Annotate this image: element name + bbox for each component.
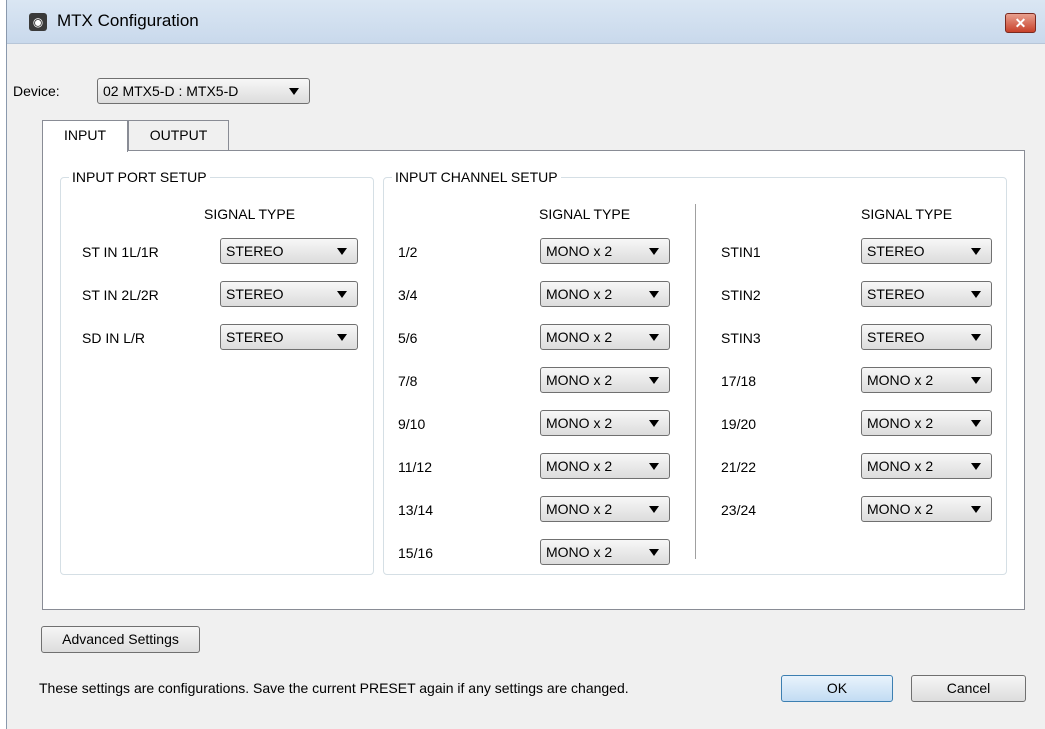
port-label: SD IN L/R <box>82 330 146 346</box>
channel-label: STIN2 <box>721 287 761 303</box>
input-port-setup-group: INPUT PORT SETUP SIGNAL TYPE ST IN 1L/1R… <box>60 169 374 575</box>
chevron-down-icon <box>649 506 659 513</box>
tab-output[interactable]: OUTPUT <box>128 120 229 150</box>
mtx-configuration-window: ◉ MTX Configuration ✕ Device: 02 MTX5-D … <box>6 0 1045 729</box>
input-tab-panel: INPUT PORT SETUP SIGNAL TYPE ST IN 1L/1R… <box>42 150 1025 610</box>
chevron-down-icon <box>289 88 299 95</box>
chevron-down-icon <box>649 420 659 427</box>
advanced-settings-button[interactable]: Advanced Settings <box>41 626 200 653</box>
channel-label: 13/14 <box>398 502 434 518</box>
chevron-down-icon <box>971 291 981 298</box>
channel-signal-type-select[interactable]: MONO x 2 <box>540 281 670 307</box>
chevron-down-icon <box>971 377 981 384</box>
channel-signal-type-select[interactable]: MONO x 2 <box>540 324 670 350</box>
chevron-down-icon <box>649 377 659 384</box>
channel-signal-type-select[interactable]: MONO x 2 <box>540 453 670 479</box>
chevron-down-icon <box>971 420 981 427</box>
channel-label: 21/22 <box>721 459 757 475</box>
select-value: STEREO <box>226 286 284 302</box>
select-value: MONO x 2 <box>867 372 934 388</box>
select-value: STEREO <box>867 329 925 345</box>
channel-label: 1/2 <box>398 244 418 260</box>
channel-signal-type-select[interactable]: MONO x 2 <box>540 410 670 436</box>
channel-label: STIN1 <box>721 244 761 260</box>
chevron-down-icon <box>971 248 981 255</box>
chevron-down-icon <box>971 506 981 513</box>
cancel-button[interactable]: Cancel <box>911 675 1026 702</box>
chevron-down-icon <box>649 334 659 341</box>
close-button[interactable]: ✕ <box>1005 13 1036 33</box>
settings-note: These settings are configurations. Save … <box>39 680 629 696</box>
channel-label: 17/18 <box>721 373 757 389</box>
signal-type-header: SIGNAL TYPE <box>861 206 953 222</box>
channel-signal-type-select[interactable]: STEREO <box>861 281 992 307</box>
channel-label: 11/12 <box>398 459 432 475</box>
chevron-down-icon <box>337 334 347 341</box>
chevron-down-icon <box>649 291 659 298</box>
chevron-down-icon <box>649 248 659 255</box>
channel-label: 19/20 <box>721 416 757 432</box>
port-signal-type-select[interactable]: STEREO <box>220 238 358 264</box>
select-value: MONO x 2 <box>546 286 613 302</box>
select-value: MONO x 2 <box>867 501 934 517</box>
select-value: MONO x 2 <box>546 415 613 431</box>
device-label: Device: <box>13 83 60 99</box>
channel-signal-type-select[interactable]: MONO x 2 <box>861 453 992 479</box>
chevron-down-icon <box>649 463 659 470</box>
chevron-down-icon <box>971 463 981 470</box>
port-label: ST IN 2L/2R <box>82 287 159 303</box>
channel-label: 5/6 <box>398 330 418 346</box>
speaker-icon: ◉ <box>29 13 47 31</box>
channel-signal-type-select[interactable]: MONO x 2 <box>540 238 670 264</box>
channel-label: STIN3 <box>721 330 761 346</box>
channel-signal-type-select[interactable]: MONO x 2 <box>861 410 992 436</box>
channel-signal-type-select[interactable]: MONO x 2 <box>861 496 992 522</box>
chevron-down-icon <box>649 549 659 556</box>
select-value: MONO x 2 <box>867 415 934 431</box>
select-value: STEREO <box>226 243 284 259</box>
input-channel-setup-group: INPUT CHANNEL SETUP SIGNAL TYPE SIGNAL T… <box>383 169 1007 575</box>
select-value: STEREO <box>867 243 925 259</box>
input-channel-setup-title: INPUT CHANNEL SETUP <box>392 169 561 185</box>
channel-signal-type-select[interactable]: STEREO <box>861 238 992 264</box>
port-signal-type-select[interactable]: STEREO <box>220 281 358 307</box>
select-value: STEREO <box>867 286 925 302</box>
channel-signal-type-select[interactable]: MONO x 2 <box>540 539 670 565</box>
window-title: MTX Configuration <box>57 11 199 30</box>
select-value: MONO x 2 <box>867 458 934 474</box>
channel-signal-type-select[interactable]: MONO x 2 <box>540 496 670 522</box>
signal-type-header: SIGNAL TYPE <box>539 206 631 222</box>
title-bar: ◉ MTX Configuration ✕ <box>7 0 1045 44</box>
channel-signal-type-select[interactable]: MONO x 2 <box>540 367 670 393</box>
device-select[interactable]: 02 MTX5-D : MTX5-D <box>97 78 310 104</box>
column-divider <box>695 204 696 559</box>
channel-signal-type-select[interactable]: MONO x 2 <box>861 367 992 393</box>
select-value: MONO x 2 <box>546 458 613 474</box>
channel-label: 15/16 <box>398 545 434 561</box>
channel-label: 23/24 <box>721 502 757 518</box>
ok-button[interactable]: OK <box>781 675 893 702</box>
chevron-down-icon <box>971 334 981 341</box>
chevron-down-icon <box>337 291 347 298</box>
port-label: ST IN 1L/1R <box>82 244 159 260</box>
input-port-setup-title: INPUT PORT SETUP <box>69 169 210 185</box>
channel-label: 9/10 <box>398 416 426 432</box>
device-select-value: 02 MTX5-D : MTX5-D <box>103 83 239 99</box>
channel-signal-type-select[interactable]: STEREO <box>861 324 992 350</box>
select-value: MONO x 2 <box>546 372 613 388</box>
select-value: STEREO <box>226 329 284 345</box>
channel-label: 7/8 <box>398 373 418 389</box>
tab-input[interactable]: INPUT <box>42 120 128 152</box>
select-value: MONO x 2 <box>546 243 613 259</box>
select-value: MONO x 2 <box>546 544 613 560</box>
signal-type-header: SIGNAL TYPE <box>204 206 296 222</box>
select-value: MONO x 2 <box>546 329 613 345</box>
chevron-down-icon <box>337 248 347 255</box>
port-signal-type-select[interactable]: STEREO <box>220 324 358 350</box>
select-value: MONO x 2 <box>546 501 613 517</box>
channel-label: 3/4 <box>398 287 418 303</box>
